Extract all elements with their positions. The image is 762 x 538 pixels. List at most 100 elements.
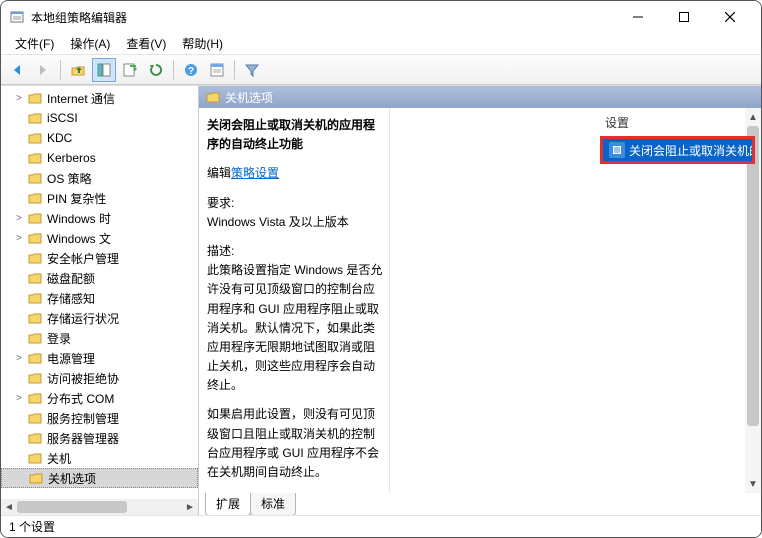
scroll-thumb[interactable] (17, 501, 127, 513)
tab-extended[interactable]: 扩展 (205, 493, 251, 515)
tree-item[interactable]: >iSCSI (1, 108, 198, 128)
tree-item[interactable]: >Windows 文 (1, 228, 198, 248)
minimize-button[interactable] (615, 1, 661, 33)
settings-column-header[interactable]: 设置 (605, 114, 629, 131)
tree-item[interactable]: >OS 策略 (1, 168, 198, 188)
scroll-down-icon[interactable]: ▼ (745, 475, 761, 493)
show-tree-button[interactable] (92, 58, 116, 82)
arrow-right-icon (35, 62, 51, 78)
settings-highlight-box: 关闭会阻止或取消关机的应用程序的自动终止功能 (600, 136, 755, 164)
scroll-thumb[interactable] (747, 126, 759, 426)
tree-item[interactable]: >Internet 通信 (1, 88, 198, 108)
description-block: 描述: 此策略设置指定 Windows 是否允许没有可见顶级窗口的控制台应用程序… (207, 242, 383, 396)
tree-expander-icon[interactable]: > (13, 353, 25, 364)
up-level-button[interactable] (66, 58, 90, 82)
properties-icon (209, 62, 225, 78)
tree-item-label: 安全帐户管理 (47, 250, 119, 267)
status-text: 1 个设置 (9, 518, 55, 535)
tree-item-label: 分布式 COM (47, 390, 114, 407)
scroll-up-icon[interactable]: ▲ (745, 108, 761, 126)
maximize-button[interactable] (661, 1, 707, 33)
tree-horizontal-scrollbar[interactable]: ◄ ► (1, 499, 198, 515)
tree-item-label: 磁盘配额 (47, 270, 95, 287)
tree-item[interactable]: >服务控制管理 (1, 408, 198, 428)
tree-item[interactable]: >PIN 复杂性 (1, 188, 198, 208)
description-p2: 如果启用此设置，则没有可见顶级窗口且阻止或取消关机的控制台应用程序或 GUI 应… (207, 405, 383, 482)
folder-icon (27, 350, 43, 366)
nav-back-button[interactable] (5, 58, 29, 82)
help-button[interactable]: ? (179, 58, 203, 82)
tabs: 扩展 标准 (199, 493, 761, 515)
scroll-right-icon[interactable]: ► (182, 499, 198, 515)
tree-list[interactable]: >Internet 通信>iSCSI>KDC>Kerberos>OS 策略>PI… (1, 88, 198, 488)
folder-icon (27, 310, 43, 326)
tab-standard[interactable]: 标准 (250, 493, 296, 515)
right-pane: 关机选项 关闭会阻止或取消关机的应用程序的自动终止功能 编辑策略设置 要求: W… (199, 86, 761, 515)
edit-policy-link[interactable]: 策略设置 (231, 166, 279, 180)
folder-icon (27, 130, 43, 146)
tree-item[interactable]: >Windows 时 (1, 208, 198, 228)
tree-expander-icon[interactable]: > (13, 93, 25, 104)
properties-button[interactable] (205, 58, 229, 82)
tree-item-label: 存储感知 (47, 290, 95, 307)
tree-item-label: OS 策略 (47, 170, 92, 187)
menu-file[interactable]: 文件(F) (7, 33, 62, 54)
tree-item-label: 关机 (47, 450, 71, 467)
folder-icon (27, 330, 43, 346)
tree-item-label: KDC (47, 131, 72, 145)
maximize-icon (679, 12, 689, 22)
tree-pane: >Internet 通信>iSCSI>KDC>Kerberos>OS 策略>PI… (1, 86, 199, 515)
menu-action[interactable]: 操作(A) (62, 33, 118, 54)
tree-item[interactable]: >登录 (1, 328, 198, 348)
svg-text:?: ? (188, 66, 194, 77)
requirements-label: 要求: (207, 194, 383, 213)
tree-item[interactable]: >安全帐户管理 (1, 248, 198, 268)
window-controls (615, 1, 753, 33)
filter-button[interactable] (240, 58, 264, 82)
scroll-left-icon[interactable]: ◄ (1, 499, 17, 515)
requirements-value: Windows Vista 及以上版本 (207, 213, 383, 232)
content-split: >Internet 通信>iSCSI>KDC>Kerberos>OS 策略>PI… (1, 85, 761, 515)
tree-item[interactable]: >关机 (1, 448, 198, 468)
folder-icon (27, 230, 43, 246)
description-label: 描述: (207, 242, 383, 261)
tree-item[interactable]: >关机选项 (1, 468, 198, 488)
menubar: 文件(F) 操作(A) 查看(V) 帮助(H) (1, 33, 761, 55)
tree-item[interactable]: >服务器管理器 (1, 428, 198, 448)
requirements-block: 要求: Windows Vista 及以上版本 (207, 194, 383, 232)
tree-item[interactable]: >存储感知 (1, 288, 198, 308)
funnel-icon (244, 62, 260, 78)
toolbar-separator (60, 60, 61, 80)
tree-item[interactable]: > 分布式 COM (1, 388, 198, 408)
tree-expander-icon[interactable]: > (13, 213, 25, 224)
close-button[interactable] (707, 1, 753, 33)
tree-expander-icon[interactable]: > (13, 233, 25, 244)
menu-help[interactable]: 帮助(H) (174, 33, 231, 54)
edit-line: 编辑策略设置 (207, 164, 383, 183)
tree-item[interactable]: >Kerberos (1, 148, 198, 168)
refresh-button[interactable] (144, 58, 168, 82)
description-p2-wrap: 如果启用此设置，则没有可见顶级窗口且阻止或取消关机的控制台应用程序或 GUI 应… (207, 405, 383, 482)
app-icon (9, 9, 25, 25)
tree-expander-icon[interactable]: > (13, 393, 25, 404)
vertical-scrollbar[interactable]: ▲ ▼ (745, 108, 761, 493)
detail-right: ▲ ▼ 设置 关闭会阻止或取消关机的应用程序的自动终止功能 (389, 108, 761, 493)
tree-item[interactable]: >KDC (1, 128, 198, 148)
statusbar: 1 个设置 (1, 515, 761, 537)
nav-forward-button[interactable] (31, 58, 55, 82)
tree-item-label: 服务控制管理 (47, 410, 119, 427)
setting-row[interactable]: 关闭会阻止或取消关机的应用程序的自动终止功能 (603, 139, 752, 161)
export-button[interactable] (118, 58, 142, 82)
folder-icon (27, 370, 43, 386)
tree-item[interactable]: >存储运行状况 (1, 308, 198, 328)
tree-item-label: 电源管理 (47, 350, 95, 367)
tree-item[interactable]: > 电源管理 (1, 348, 198, 368)
tree-item-label: Kerberos (47, 151, 96, 165)
edit-prefix: 编辑 (207, 166, 231, 180)
folder-icon (27, 150, 43, 166)
menu-view[interactable]: 查看(V) (118, 33, 174, 54)
tree-item-label: 关机选项 (48, 470, 96, 487)
tree-item[interactable]: >磁盘配额 (1, 268, 198, 288)
pane-header: 关机选项 (199, 86, 761, 108)
tree-item[interactable]: >访问被拒绝协 (1, 368, 198, 388)
